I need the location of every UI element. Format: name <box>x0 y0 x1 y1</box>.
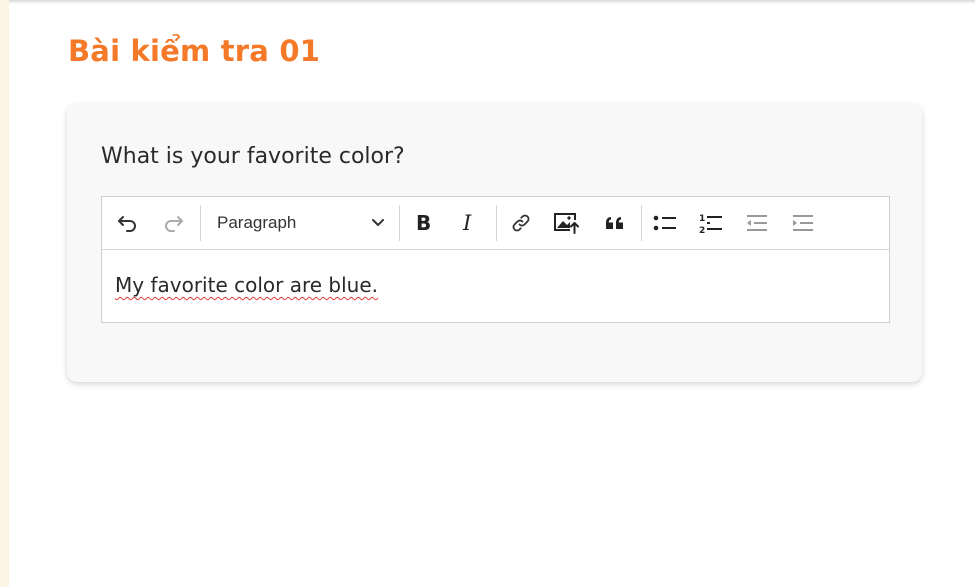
link-icon <box>512 214 530 232</box>
rich-text-editor: Paragraph B I 1 2 My favorite color are … <box>101 196 890 323</box>
link-button[interactable] <box>505 207 537 239</box>
redo-icon <box>165 216 183 232</box>
bulleted-list-icon <box>653 215 676 231</box>
svg-text:1: 1 <box>699 214 705 224</box>
outdent-icon <box>747 215 767 231</box>
left-sidebar-strip <box>0 0 9 587</box>
question-card: What is your favorite color? Paragraph B… <box>67 104 922 382</box>
bulleted-list-button[interactable] <box>649 207 681 239</box>
toolbar-separator <box>399 205 400 241</box>
bold-button[interactable]: B <box>408 207 440 239</box>
numbered-list-button[interactable]: 1 2 <box>695 207 727 239</box>
insert-image-icon <box>554 213 579 234</box>
editor-paragraph[interactable]: My favorite color are blue. <box>115 273 378 297</box>
svg-text:2: 2 <box>699 226 705 235</box>
top-header-shadow <box>9 0 975 4</box>
italic-icon: I <box>462 212 472 234</box>
editor-toolbar: Paragraph B I 1 2 <box>102 197 889 250</box>
toolbar-separator <box>641 205 642 241</box>
indent-icon <box>793 215 813 231</box>
undo-icon <box>118 216 136 232</box>
undo-button[interactable] <box>112 207 144 239</box>
blockquote-button[interactable] <box>599 207 631 239</box>
question-text: What is your favorite color? <box>101 144 405 169</box>
numbered-list-icon: 1 2 <box>699 214 722 235</box>
heading-dropdown-label: Paragraph <box>217 213 297 232</box>
italic-button[interactable]: I <box>453 207 485 239</box>
editor-content-area[interactable]: My favorite color are blue. <box>115 273 378 297</box>
chevron-down-icon <box>372 219 384 226</box>
redo-button[interactable] <box>157 207 189 239</box>
heading-dropdown[interactable]: Paragraph <box>210 207 392 239</box>
bold-icon: B <box>416 212 431 234</box>
svg-text:B: B <box>416 212 431 234</box>
outdent-button[interactable] <box>741 207 773 239</box>
blockquote-icon <box>606 217 623 229</box>
toolbar-separator <box>200 205 201 241</box>
indent-button[interactable] <box>787 207 819 239</box>
svg-text:I: I <box>462 212 472 234</box>
insert-image-button[interactable] <box>551 207 583 239</box>
toolbar-separator <box>496 205 497 241</box>
page-title: Bài kiểm tra 01 <box>68 34 321 68</box>
